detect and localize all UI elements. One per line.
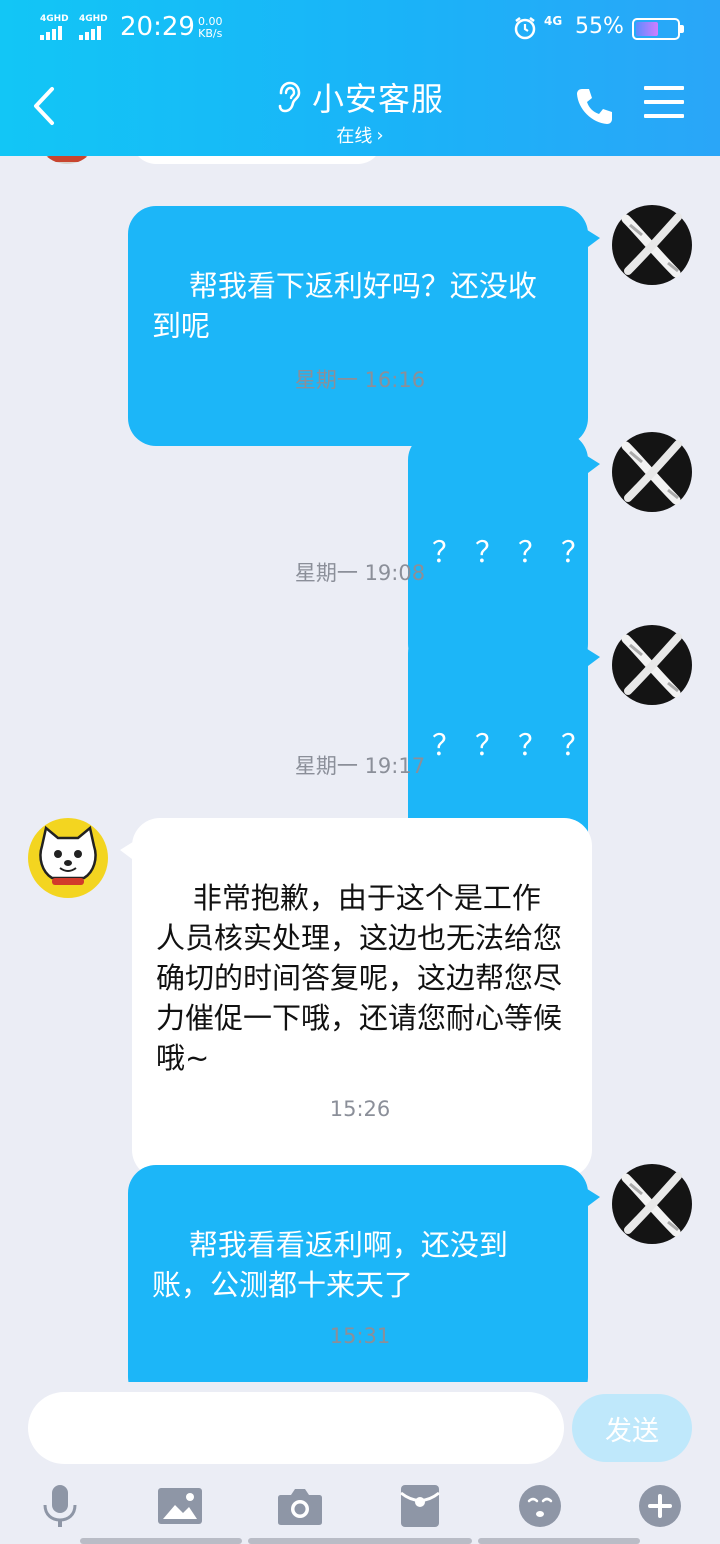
message-input-bar: 发送 bbox=[0, 1382, 720, 1478]
status-time: 20:29 bbox=[120, 12, 195, 42]
user-avatar-image bbox=[612, 205, 692, 285]
chat-header: 4GHD 4GHD 20:29 0.00 KB/s 4G 55% 小安客服 在线… bbox=[0, 0, 720, 156]
user-avatar-image bbox=[612, 432, 692, 512]
emoji-button[interactable] bbox=[516, 1482, 564, 1530]
title-bar: 小安客服 在线 › bbox=[0, 60, 720, 156]
message-text: 非常抱歉，由于这个是工作人员核实处理，这边也无法给您确切的时间答复呢，这边帮您尽… bbox=[156, 881, 563, 1075]
bubble-tail bbox=[584, 454, 600, 476]
battery-percent: 55% bbox=[575, 14, 624, 39]
bubble-tail bbox=[584, 228, 600, 250]
bubble-tail bbox=[120, 840, 136, 862]
signal-strength-icon: 4GHD bbox=[79, 14, 111, 40]
phone-icon bbox=[577, 89, 612, 124]
navigation-hint-bar bbox=[478, 1538, 640, 1544]
network-type-label: 4GHD bbox=[79, 14, 108, 24]
battery-icon bbox=[632, 18, 684, 40]
navigation-hint-bar bbox=[80, 1538, 242, 1544]
bubble-tail bbox=[584, 647, 600, 669]
image-icon bbox=[158, 1488, 202, 1524]
navigation-hint-bar bbox=[248, 1538, 472, 1544]
outgoing-message-bubble[interactable]: 帮我看看返利啊，还没到账，公测都十来天了 bbox=[128, 1165, 600, 1382]
message-bubble-partial bbox=[132, 156, 382, 164]
alarm-icon bbox=[514, 17, 536, 40]
agent-avatar[interactable] bbox=[28, 818, 108, 898]
microphone-icon bbox=[43, 1485, 77, 1527]
user-avatar-image bbox=[612, 625, 692, 705]
message-input[interactable] bbox=[28, 1392, 564, 1464]
chat-title: 小安客服 bbox=[311, 80, 444, 118]
network-speed: 0.00 KB/s bbox=[198, 16, 223, 40]
voice-call-button[interactable] bbox=[572, 84, 616, 128]
message-text: 帮我看下返利好吗？还没收到呢 bbox=[152, 269, 537, 343]
status-bar: 4GHD 4GHD 20:29 0.00 KB/s 4G 55% bbox=[0, 0, 720, 56]
voice-input-button[interactable] bbox=[36, 1482, 84, 1530]
bubble-tail bbox=[584, 1187, 600, 1209]
incoming-message-bubble[interactable]: 非常抱歉，由于这个是工作人员核实处理，这边也无法给您确切的时间答复呢，这边帮您尽… bbox=[120, 818, 592, 1178]
online-status[interactable]: 在线 › bbox=[336, 122, 383, 148]
ear-icon bbox=[278, 81, 301, 113]
user-avatar[interactable] bbox=[612, 432, 692, 512]
red-packet-icon bbox=[400, 1485, 440, 1527]
chevron-right-icon: › bbox=[376, 124, 384, 146]
hamburger-menu-icon bbox=[644, 86, 684, 118]
signal-strength-icon: 4GHD bbox=[40, 14, 72, 40]
mobile-data-indicator: 4G bbox=[544, 14, 563, 28]
network-type-label: 4GHD bbox=[40, 14, 69, 24]
send-button[interactable]: 发送 bbox=[572, 1394, 692, 1462]
message-timestamp: 星期一 16:16 bbox=[294, 368, 426, 392]
user-avatar[interactable] bbox=[612, 625, 692, 705]
plus-icon bbox=[639, 1485, 681, 1527]
cat-avatar-image bbox=[28, 818, 108, 898]
message-timestamp: 星期一 19:17 bbox=[294, 754, 426, 778]
input-toolbar bbox=[0, 1478, 720, 1544]
message-text: 帮我看看返利啊，还没到账，公测都十来天了 bbox=[152, 1228, 508, 1302]
message-timestamp: 15:26 bbox=[329, 1097, 391, 1121]
online-status-label: 在线 bbox=[336, 126, 373, 147]
message-timestamp: 星期一 19:08 bbox=[294, 561, 426, 585]
menu-button[interactable] bbox=[644, 86, 684, 126]
image-picker-button[interactable] bbox=[156, 1482, 204, 1530]
more-options-button[interactable] bbox=[636, 1482, 684, 1530]
user-avatar-image bbox=[612, 1164, 692, 1244]
camera-button[interactable] bbox=[276, 1482, 324, 1530]
battery-level-fill bbox=[636, 22, 658, 36]
message-timestamp: 15:31 bbox=[329, 1324, 391, 1348]
red-packet-button[interactable] bbox=[396, 1482, 444, 1530]
camera-icon bbox=[278, 1489, 322, 1525]
network-speed-unit: KB/s bbox=[198, 27, 223, 40]
outgoing-message-bubble[interactable]: 帮我看下返利好吗？还没收到呢 bbox=[128, 206, 600, 446]
message-list[interactable]: 帮我看下返利好吗？还没收到呢 星期一 16:16 ？？？？ 星期一 19:08 … bbox=[0, 156, 720, 1382]
emoji-icon bbox=[519, 1485, 561, 1527]
agent-avatar-partial bbox=[36, 156, 98, 164]
user-avatar[interactable] bbox=[612, 1164, 692, 1244]
user-avatar[interactable] bbox=[612, 205, 692, 285]
